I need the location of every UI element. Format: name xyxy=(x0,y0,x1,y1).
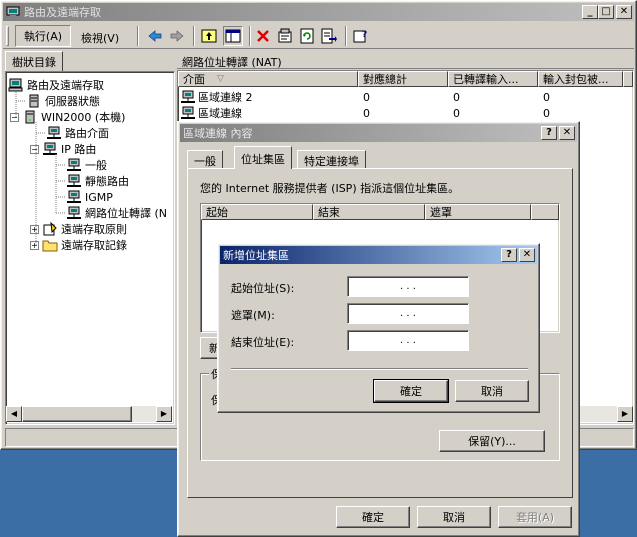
scroll-right-button[interactable]: ▶ xyxy=(617,406,633,422)
table-row[interactable]: 區域連線 2 0 0 0 xyxy=(178,89,633,105)
tree-item-static-routes[interactable]: 靜態路由 xyxy=(66,173,129,189)
column-header-end[interactable]: 結束 xyxy=(313,204,425,220)
collapse-icon[interactable]: − xyxy=(10,112,19,122)
tab-address-pool[interactable]: 位址集區 xyxy=(234,146,292,169)
scroll-thumb[interactable] xyxy=(22,406,132,422)
delete-icon[interactable] xyxy=(255,28,271,47)
details-title: 網路位址轉譯 (NAT) xyxy=(177,51,634,69)
maximize-button[interactable]: □ xyxy=(598,5,614,19)
mask-input[interactable]: . . . xyxy=(347,303,469,324)
collapse-icon[interactable]: − xyxy=(30,144,39,154)
table-row[interactable]: 區域連線 0 0 0 xyxy=(178,105,633,121)
network-interface-icon xyxy=(66,174,82,188)
toolbar-separator-3 xyxy=(249,26,251,46)
show-hide-tree-icon[interactable] xyxy=(223,26,243,46)
toolbar-grip xyxy=(6,26,9,46)
properties-title-bar[interactable]: 區域連線 內容 ? ✕ xyxy=(180,124,577,142)
tree-item-nat[interactable]: 網路位址轉譯 (N xyxy=(66,205,167,221)
toolbar-separator-4 xyxy=(345,26,347,46)
main-window-title: 路由及遠端存取 xyxy=(24,6,101,19)
menu-action[interactable]: 執行(A) xyxy=(15,25,71,47)
network-interface-icon xyxy=(180,90,196,104)
column-header-mappings[interactable]: 對應總計 xyxy=(358,71,448,87)
help-title-button[interactable]: ? xyxy=(541,126,557,140)
back-icon[interactable] xyxy=(147,28,163,47)
start-address-input[interactable]: . . . xyxy=(347,276,469,297)
tree-item-routing-interfaces[interactable]: 路由介面 xyxy=(46,125,109,141)
start-address-label: 起始位址(S): xyxy=(231,282,295,295)
app-icon xyxy=(6,6,20,18)
close-button[interactable]: ✕ xyxy=(559,126,575,140)
computer-icon xyxy=(8,78,24,92)
network-interface-icon xyxy=(46,126,62,140)
tree-item-server-status[interactable]: 伺服器狀態 xyxy=(26,93,100,109)
server-icon xyxy=(26,94,42,108)
minimize-button[interactable]: _ xyxy=(582,5,598,19)
export-list-icon[interactable] xyxy=(321,28,337,47)
help-icon[interactable]: ? xyxy=(353,28,369,47)
apply-button[interactable]: 套用(A) xyxy=(498,506,572,528)
server-icon xyxy=(22,110,38,124)
toolbar-separator-2 xyxy=(193,26,195,46)
end-address-label: 結束位址(E): xyxy=(231,336,295,349)
column-header-translated[interactable]: 已轉譯輸入... xyxy=(448,71,538,87)
policy-icon xyxy=(42,221,58,236)
toolbar: 執行(A) 檢視(V) ? xyxy=(3,23,634,49)
dialog-divider xyxy=(231,368,528,370)
network-interface-icon xyxy=(42,142,58,156)
tree-tab[interactable]: 樹狀目錄 xyxy=(5,51,63,71)
network-interface-icon xyxy=(66,190,82,204)
network-interface-icon xyxy=(66,206,82,220)
column-header-filler xyxy=(531,204,559,220)
svg-text:?: ? xyxy=(362,30,367,40)
tree-item-ip-routing[interactable]: − IP 路由 xyxy=(30,141,96,157)
add-pool-ok-button[interactable]: 確定 xyxy=(373,379,449,403)
expand-icon[interactable]: + xyxy=(30,240,39,250)
end-address-input[interactable]: . . . xyxy=(347,330,469,351)
close-button[interactable]: ✕ xyxy=(519,248,535,262)
network-interface-icon xyxy=(66,158,82,172)
folder-icon xyxy=(42,238,58,252)
tree-item-win2000[interactable]: − WIN2000 (本機) xyxy=(10,109,125,125)
add-pool-title: 新增位址集區 xyxy=(223,249,289,262)
forward-icon[interactable] xyxy=(169,28,185,47)
reserve-button[interactable]: 保留(Y)... xyxy=(439,430,545,452)
mask-label: 遮罩(M): xyxy=(231,309,275,322)
add-pool-title-bar[interactable]: 新增位址集區 ? ✕ xyxy=(220,246,537,264)
scroll-left-button[interactable]: ◀ xyxy=(6,406,22,422)
properties-icon[interactable] xyxy=(277,28,293,47)
up-folder-icon[interactable] xyxy=(201,28,217,47)
add-pool-cancel-button[interactable]: 取消 xyxy=(455,380,529,402)
column-header-interface[interactable]: 介面 ▽ xyxy=(178,71,358,87)
add-pool-dialog: 新增位址集區 ? ✕ 起始位址(S): . . . 遮罩(M): . . . 結… xyxy=(217,243,540,413)
network-interface-icon xyxy=(180,106,196,120)
tree-horizontal-scrollbar[interactable]: ◀ ▶ xyxy=(6,406,172,422)
tree-pane: 樹狀目錄 路由及遠端存取 伺服器狀態 − WIN2000 (本機) 路由介面 −… xyxy=(5,51,175,425)
scroll-right-button[interactable]: ▶ xyxy=(156,406,172,422)
tree-view[interactable]: 路由及遠端存取 伺服器狀態 − WIN2000 (本機) 路由介面 − IP 路… xyxy=(5,71,175,425)
expand-icon[interactable]: + xyxy=(30,224,39,234)
properties-title: 區域連線 內容 xyxy=(183,127,253,140)
tree-item-root[interactable]: 路由及遠端存取 xyxy=(8,77,104,93)
pool-description: 您的 Internet 服務提供者 (ISP) 指派這個位址集區。 xyxy=(200,182,460,195)
column-header-start[interactable]: 起始 xyxy=(201,204,313,220)
close-button[interactable]: ✕ xyxy=(616,5,632,19)
cancel-button[interactable]: 取消 xyxy=(417,506,491,528)
column-header-filler xyxy=(623,71,633,87)
tree-item-remote-access-policies[interactable]: + 遠端存取原則 xyxy=(30,221,127,237)
main-title-bar[interactable]: 路由及遠端存取 _ □ ✕ xyxy=(3,3,634,21)
menu-view[interactable]: 檢視(V) xyxy=(75,28,125,48)
ok-button[interactable]: 確定 xyxy=(336,506,410,528)
tree-item-igmp[interactable]: IGMP xyxy=(66,189,113,205)
help-title-button[interactable]: ? xyxy=(501,248,517,262)
column-header-rejected[interactable]: 輸入封包被... xyxy=(538,71,623,87)
tree-item-remote-access-logging[interactable]: + 遠端存取記錄 xyxy=(30,237,127,253)
toolbar-separator xyxy=(137,26,139,46)
sort-arrow-icon: ▽ xyxy=(217,74,224,84)
tab-general[interactable]: 一般 xyxy=(187,150,223,169)
tree-item-general[interactable]: 一般 xyxy=(66,157,107,173)
column-header-mask[interactable]: 遮罩 xyxy=(425,204,531,220)
refresh-icon[interactable] xyxy=(299,28,315,47)
tab-special-ports[interactable]: 特定連接埠 xyxy=(297,150,366,169)
